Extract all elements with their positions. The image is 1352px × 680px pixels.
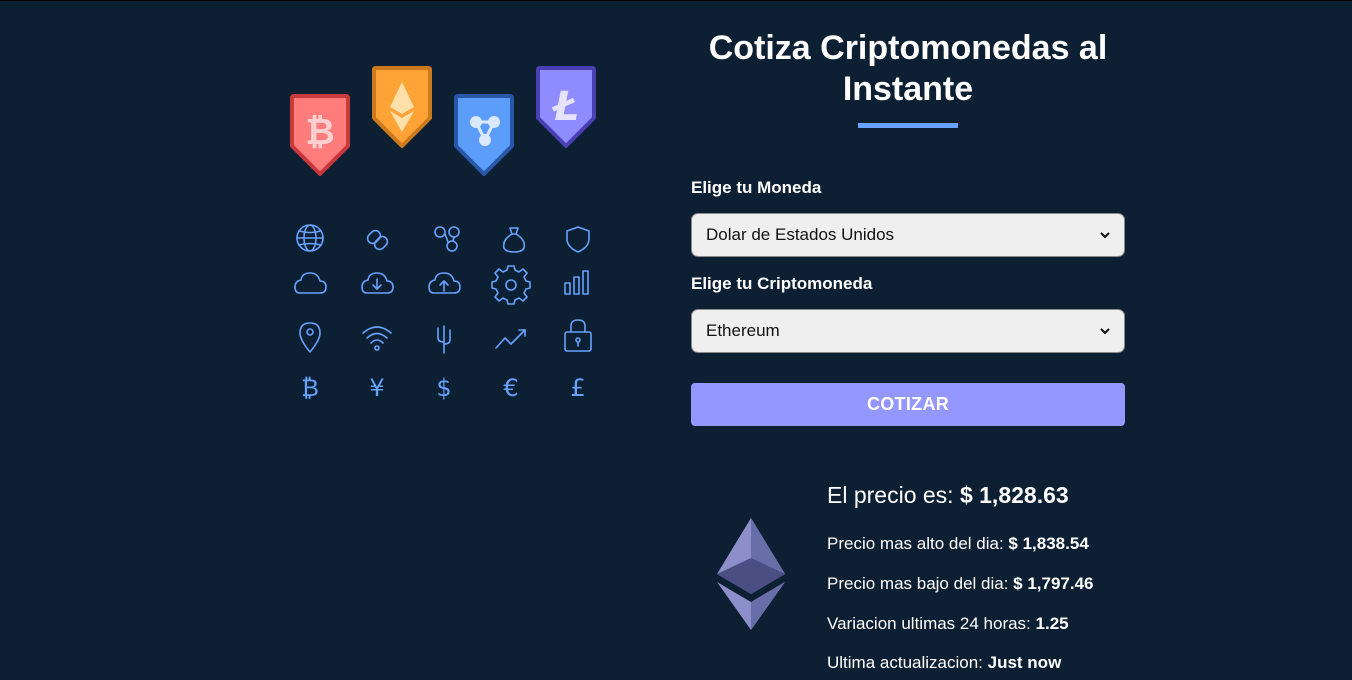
lock-icon — [564, 319, 592, 352]
change-line: Variacion ultimas 24 horas: 1.25 — [827, 614, 1069, 634]
trend-up-icon — [495, 329, 526, 349]
location-pin-icon — [299, 322, 321, 353]
shield-icon — [566, 226, 590, 253]
money-bag-icon — [502, 227, 526, 253]
ripple-icon — [454, 94, 514, 176]
chevron-down-icon — [1100, 328, 1110, 335]
price-label: El precio es: — [827, 482, 960, 508]
page-title: Cotiza Criptomonedas al Instante — [708, 29, 1108, 108]
change-label: Variacion ultimas 24 horas: — [827, 614, 1036, 633]
pound-sign-icon: £ — [570, 374, 585, 402]
euro-sign-icon: € — [503, 374, 518, 402]
cloud-icon — [294, 272, 327, 294]
yen-sign-icon: ¥ — [369, 374, 384, 402]
updated-line: Ultima actualizacion: Just now — [827, 653, 1061, 673]
cloud-upload-icon — [428, 272, 461, 294]
quote-panel: Cotiza Criptomonedas al Instante Elige t… — [691, 28, 1125, 426]
link-icon — [366, 229, 389, 251]
crypto-select-value: Ethereum — [706, 321, 780, 340]
bitcoin-icon: ₿ — [290, 94, 350, 176]
high-value: $ 1,838.54 — [1008, 534, 1089, 553]
updated-label: Ultima actualizacion: — [827, 653, 988, 672]
svg-text:₿: ₿ — [305, 112, 334, 153]
change-value: 1.25 — [1035, 614, 1069, 633]
chevron-down-icon — [1100, 232, 1110, 239]
currency-select[interactable]: Dolar de Estados Unidos — [691, 213, 1125, 257]
crypto-label: Elige tu Criptomoneda — [691, 274, 873, 293]
high-line: Precio mas alto del dia: $ 1,838.54 — [827, 534, 1089, 554]
title-underline — [858, 123, 958, 128]
dollar-sign-icon: $ — [436, 374, 451, 402]
wifi-icon — [362, 326, 392, 351]
bitcoin-sign-icon: ₿ — [301, 374, 319, 402]
bar-chart-icon — [564, 270, 589, 295]
gear-icon — [491, 265, 531, 305]
updated-value: Just now — [987, 653, 1062, 672]
svg-text:Ł: Ł — [552, 84, 579, 130]
quote-result: El precio es: $ 1,828.63 Precio mas alto… — [715, 480, 1135, 680]
ethereum-logo-icon — [717, 518, 785, 630]
crypto-illustration: ₿ Ł ₿ ¥ $ € £ — [280, 60, 610, 410]
low-value: $ 1,797.46 — [1013, 574, 1094, 593]
ethereum-icon — [372, 66, 432, 148]
price-line: El precio es: $ 1,828.63 — [827, 480, 1147, 510]
result-text: El precio es: $ 1,828.63 Precio mas alto… — [827, 480, 1147, 672]
price-value: $ 1,828.63 — [959, 482, 1069, 508]
page: ₿ Ł ₿ ¥ $ € £ Cotiza Criptomonedas al In… — [0, 0, 1352, 672]
litecoin-icon: Ł — [536, 66, 596, 148]
crypto-select[interactable]: Ethereum — [691, 309, 1125, 353]
currency-select-value: Dolar de Estados Unidos — [706, 225, 895, 244]
usb-icon — [437, 325, 451, 354]
low-line: Precio mas bajo del dia: $ 1,797.46 — [827, 574, 1094, 594]
globe-icon — [296, 224, 324, 252]
nodes-icon — [434, 226, 460, 252]
high-label: Precio mas alto del dia: — [827, 534, 1009, 553]
low-label: Precio mas bajo del dia: — [827, 574, 1014, 593]
cotizar-button[interactable]: Cotizar — [691, 383, 1125, 426]
currency-label: Elige tu Moneda — [691, 178, 822, 197]
cloud-download-icon — [361, 272, 394, 294]
